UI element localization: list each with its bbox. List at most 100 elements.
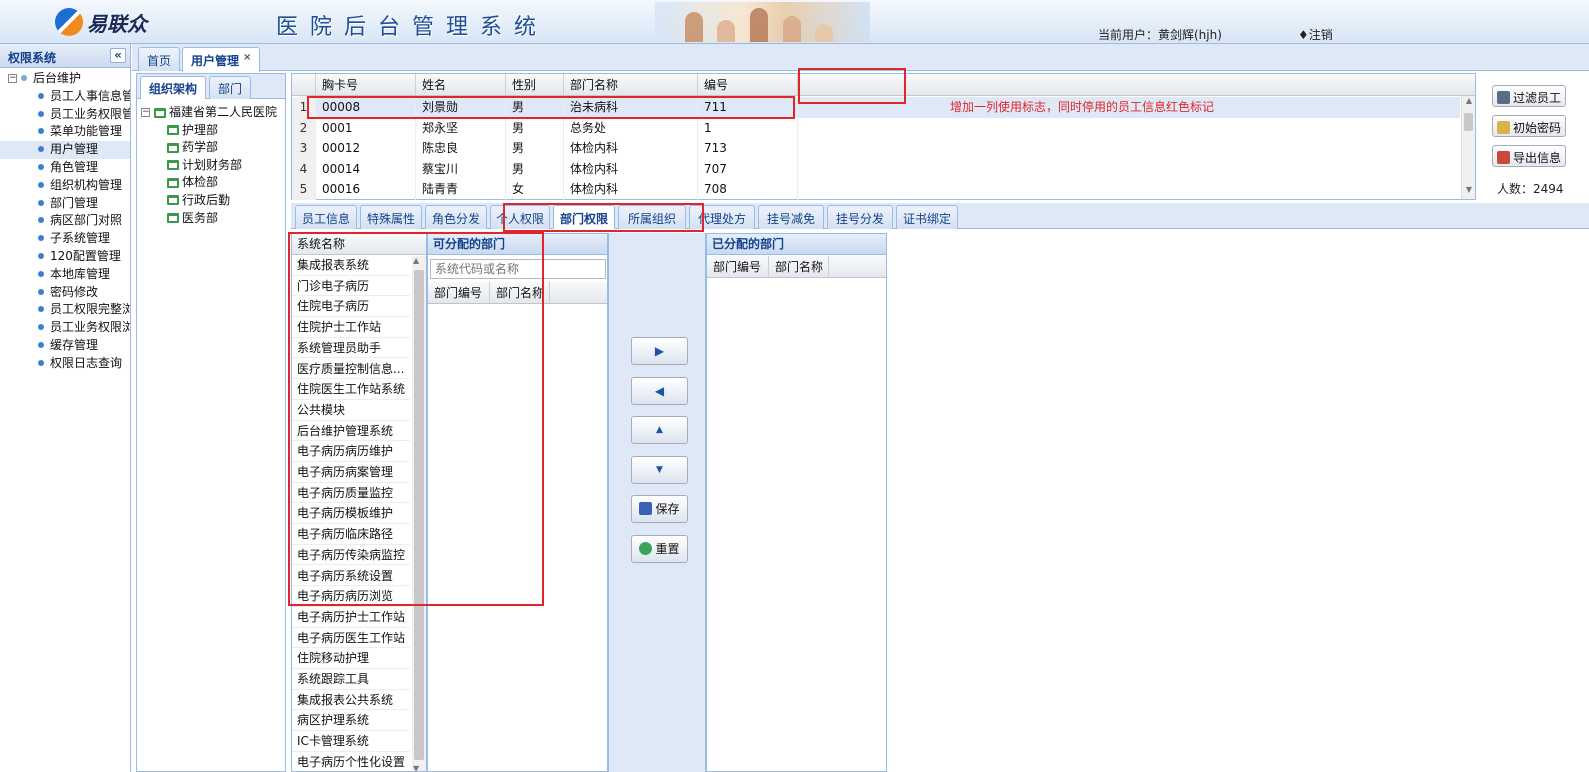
- sidebar-item[interactable]: 子系统管理: [0, 230, 130, 248]
- tab-detail[interactable]: 部门权限: [553, 205, 615, 229]
- table-row[interactable]: 1 00008 刘景勋男治未病科 711: [292, 97, 1460, 118]
- org-root[interactable]: − 福建省第二人民医院: [141, 104, 287, 122]
- tab-detail[interactable]: 员工信息: [295, 205, 357, 229]
- org-item[interactable]: 计划财务部: [141, 157, 287, 175]
- tab-department[interactable]: 部门: [209, 76, 252, 99]
- list-item[interactable]: 公共模块: [292, 400, 410, 421]
- list-item[interactable]: 电子病历质量监控: [292, 483, 410, 504]
- list-item[interactable]: 电子病历临床路径: [292, 524, 410, 545]
- table-row[interactable]: 3 00012 陈忠良男体检内科 713: [292, 138, 1460, 159]
- tab-detail[interactable]: 挂号减免: [758, 205, 824, 229]
- list-item[interactable]: 电子病历模板维护: [292, 503, 410, 525]
- list-item[interactable]: 住院医生工作站系统: [292, 379, 410, 400]
- close-icon[interactable]: ×: [243, 52, 251, 63]
- sidebar-item[interactable]: 部门管理: [0, 195, 130, 213]
- sidebar-item[interactable]: 菜单功能管理: [0, 123, 130, 141]
- list-item[interactable]: 后台维护管理系统: [292, 421, 410, 442]
- move-left-button[interactable]: ◀: [631, 377, 688, 405]
- list-item[interactable]: 系统跟踪工具: [292, 669, 410, 690]
- list-item[interactable]: 电子病历个性化设置: [292, 752, 410, 771]
- dept-search-input[interactable]: [430, 259, 606, 279]
- col-dept-code[interactable]: 部门编号: [707, 256, 769, 278]
- tab-home[interactable]: 首页: [138, 47, 181, 71]
- move-right-button[interactable]: ▶: [631, 337, 688, 365]
- export-info-button[interactable]: 导出信息: [1492, 145, 1566, 167]
- col-dept-header[interactable]: 部门名称: [564, 74, 698, 95]
- tab-user-management[interactable]: 用户管理 ×: [182, 47, 261, 72]
- tab-detail[interactable]: 挂号分发: [827, 205, 893, 229]
- sidebar-item[interactable]: 缓存管理: [0, 337, 130, 355]
- list-item[interactable]: 医疗质量控制信息...: [292, 359, 410, 380]
- list-item[interactable]: 门诊电子病历: [292, 276, 410, 297]
- scroll-up-icon[interactable]: ▲: [1463, 96, 1475, 108]
- sidebar-item[interactable]: 权限日志查询: [0, 355, 130, 373]
- init-password-button[interactable]: 初始密码: [1492, 115, 1566, 137]
- list-item[interactable]: 系统管理员助手: [292, 338, 410, 359]
- sidebar-item[interactable]: 角色管理: [0, 159, 130, 177]
- sidebar-item[interactable]: 本地库管理: [0, 266, 130, 284]
- collapse-icon[interactable]: «: [110, 48, 126, 63]
- org-item[interactable]: 护理部: [141, 122, 287, 140]
- list-item[interactable]: 电子病历系统设置: [292, 566, 410, 587]
- list-item[interactable]: IC卡管理系统: [292, 731, 410, 752]
- table-row[interactable]: 5 00016 陆青青女体检内科 708: [292, 179, 1460, 200]
- sidebar-item[interactable]: 密码修改: [0, 284, 130, 302]
- list-item[interactable]: 电子病历护士工作站: [292, 607, 410, 628]
- sidebar-item[interactable]: 病区部门对照: [0, 212, 130, 230]
- tab-org-structure[interactable]: 组织架构: [140, 76, 207, 99]
- move-up-button[interactable]: ▲: [631, 416, 688, 444]
- scroll-up-icon[interactable]: ▲: [413, 256, 419, 265]
- sidebar-item[interactable]: 120配置管理: [0, 248, 130, 266]
- list-item[interactable]: 病区护理系统: [292, 710, 410, 732]
- col-dept-code[interactable]: 部门编号: [428, 282, 490, 304]
- list-item[interactable]: 电子病历病案管理: [292, 462, 410, 483]
- scroll-thumb[interactable]: [414, 270, 424, 760]
- scroll-down-icon[interactable]: ▼: [1463, 185, 1475, 197]
- tab-detail[interactable]: 所属组织: [618, 205, 686, 229]
- sidebar-item[interactable]: 员工人事信息管理: [0, 88, 130, 106]
- save-button[interactable]: 保存: [631, 495, 688, 523]
- scroll-thumb[interactable]: [1464, 113, 1473, 131]
- table-row[interactable]: 4 00014 蔡宝川男体检内科 707: [292, 158, 1460, 180]
- list-item[interactable]: 电子病历传染病监控: [292, 545, 410, 566]
- list-item[interactable]: 住院电子病历: [292, 296, 410, 318]
- tab-detail[interactable]: 证书绑定: [896, 205, 958, 229]
- list-item[interactable]: 电子病历医生工作站: [292, 628, 410, 649]
- list-item[interactable]: 集成报表系统: [292, 255, 410, 276]
- org-item[interactable]: 体检部: [141, 174, 287, 192]
- list-item[interactable]: 住院移动护理: [292, 648, 410, 669]
- table-row[interactable]: 2 0001 郑永坚男总务处 1: [292, 117, 1460, 139]
- sidebar-item[interactable]: 员工权限完整浏览: [0, 301, 130, 319]
- col-dept-name[interactable]: 部门名称: [769, 256, 829, 278]
- org-item[interactable]: 医务部: [141, 210, 287, 228]
- list-item[interactable]: 集成报表公共系统: [292, 690, 410, 711]
- list-item[interactable]: 住院护士工作站: [292, 317, 410, 338]
- sidebar-item[interactable]: 员工业务权限浏览: [0, 319, 130, 337]
- org-item[interactable]: 药学部: [141, 139, 287, 157]
- col-dept-name[interactable]: 部门名称: [490, 282, 550, 304]
- sidebar-item[interactable]: 用户管理: [0, 141, 130, 159]
- col-gender-header[interactable]: 性别: [506, 74, 564, 95]
- list-item[interactable]: 电子病历病历维护: [292, 441, 410, 462]
- filter-employee-button[interactable]: 过滤员工: [1492, 85, 1566, 107]
- tree-collapse-icon[interactable]: −: [141, 108, 150, 117]
- sidebar-item[interactable]: 员工业务权限管理: [0, 106, 130, 124]
- col-card-header[interactable]: 胸卡号: [316, 74, 416, 95]
- list-item[interactable]: 电子病历病历浏览: [292, 586, 410, 607]
- logout-link[interactable]: ♦注销: [1298, 26, 1333, 43]
- org-item[interactable]: 行政后勤: [141, 192, 287, 210]
- system-list-scrollbar[interactable]: ▲ ▼: [412, 256, 426, 771]
- tab-detail[interactable]: 角色分发: [425, 205, 487, 229]
- sidebar-item[interactable]: 组织机构管理: [0, 177, 130, 195]
- scroll-down-icon[interactable]: ▼: [413, 764, 419, 771]
- sidebar-root[interactable]: − 后台维护: [0, 70, 130, 88]
- tree-collapse-icon[interactable]: −: [8, 74, 17, 83]
- col-name-header[interactable]: 姓名: [416, 74, 506, 95]
- tab-detail[interactable]: 个人权限: [490, 205, 550, 229]
- reset-button[interactable]: 重置: [631, 535, 688, 563]
- move-down-button[interactable]: ▼: [631, 456, 688, 484]
- tab-detail[interactable]: 代理处方: [689, 205, 755, 229]
- grid-scrollbar[interactable]: ▲ ▼: [1461, 96, 1475, 199]
- tab-detail[interactable]: 特殊属性: [360, 205, 422, 229]
- col-code-header[interactable]: 编号: [698, 74, 798, 95]
